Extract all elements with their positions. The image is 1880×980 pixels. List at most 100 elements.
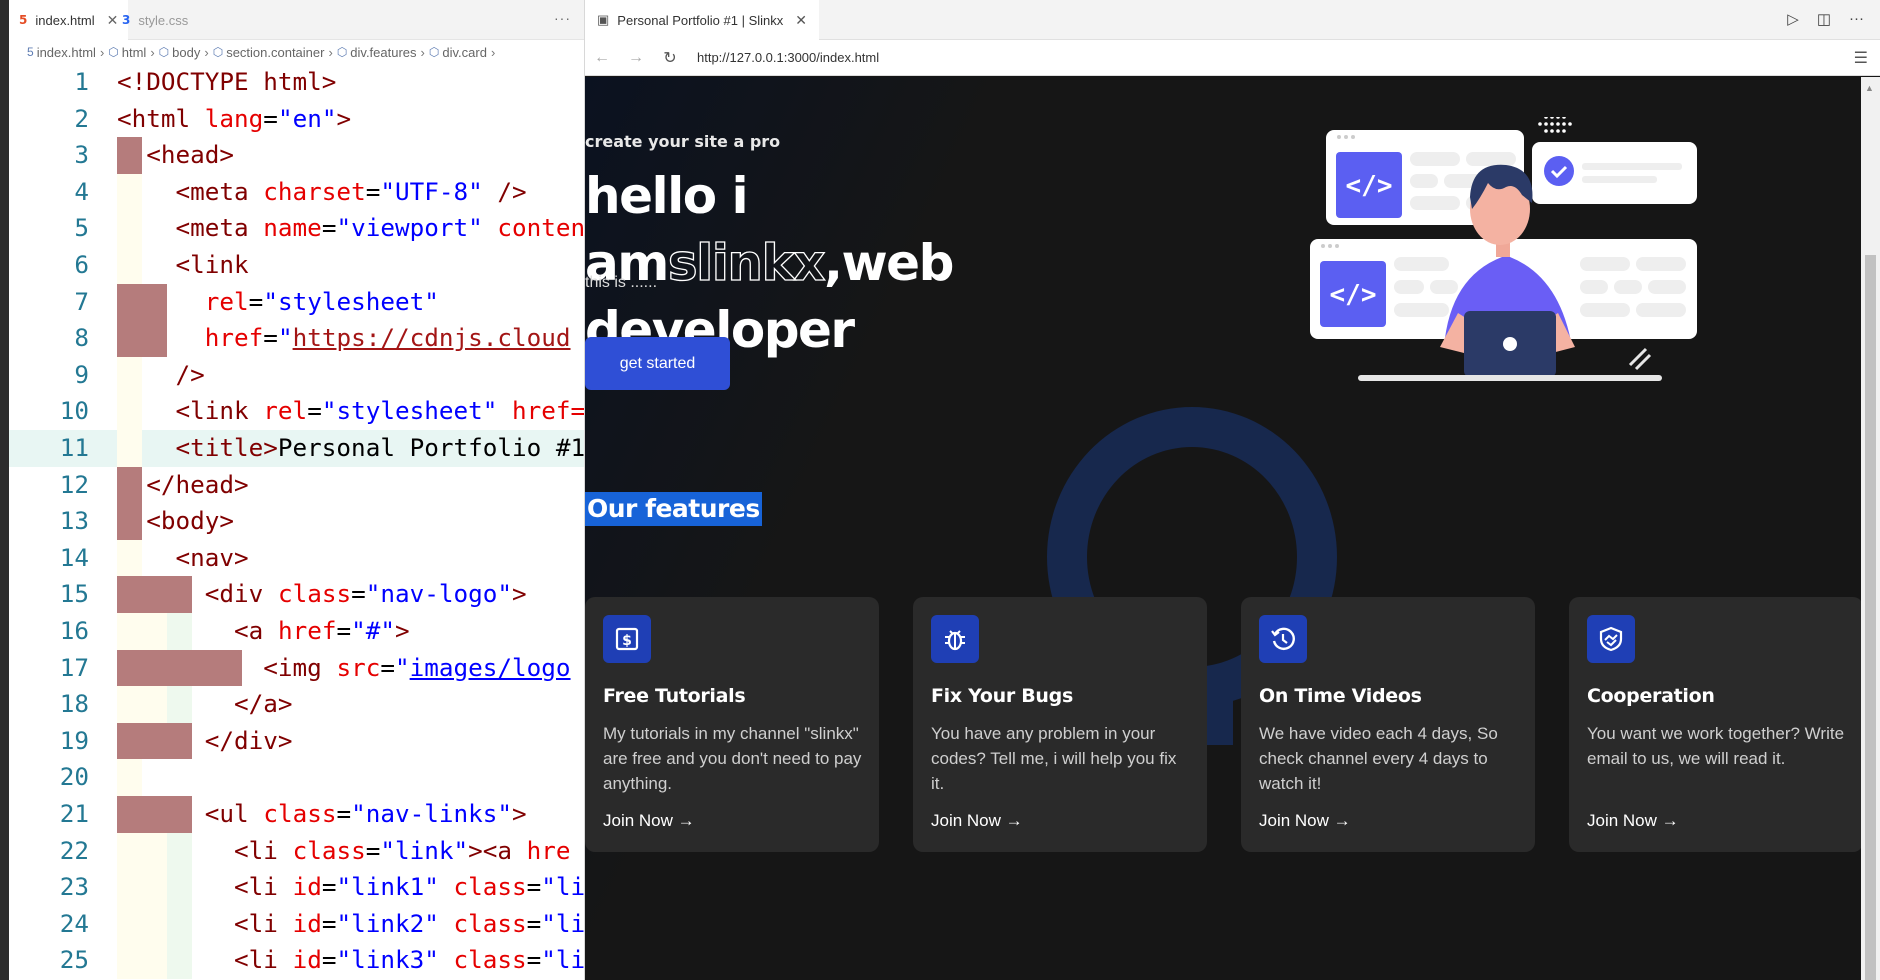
line-number: 4 xyxy=(74,176,89,206)
more-actions-icon[interactable]: ··· xyxy=(554,10,571,26)
menu-icon[interactable]: ☰ xyxy=(1854,48,1868,68)
chevron-right-icon: › xyxy=(490,44,496,60)
line-number: 5 xyxy=(74,213,89,243)
reload-icon[interactable]: ↻ xyxy=(653,48,687,68)
code-line[interactable]: 15 <div class="nav-logo"> xyxy=(9,576,584,613)
history-icon xyxy=(1259,615,1307,663)
code-line[interactable]: 10 <link rel="stylesheet" href= xyxy=(9,393,584,430)
code-line[interactable]: 25 <li id="link3" class="li xyxy=(9,942,584,979)
code-line[interactable]: 16 <a href="#"> xyxy=(9,613,584,650)
html-file-icon: 5 xyxy=(27,45,34,59)
breadcrumb-item[interactable]: ⬡ section.container xyxy=(213,45,325,60)
element-icon: ⬡ xyxy=(108,45,119,59)
breadcrumb-item[interactable]: ⬡ html xyxy=(108,45,146,60)
code-content: </head> xyxy=(146,469,249,499)
breadcrumb-item[interactable]: ⬡ body xyxy=(159,45,201,60)
get-started-button[interactable]: get started xyxy=(585,337,730,390)
code-editor[interactable]: 5 index.html ✕ 3 style.css ··· 5 index.ht… xyxy=(0,0,585,980)
code-line[interactable]: 17 <img src="images/logo xyxy=(9,649,584,687)
code-line[interactable]: 4 <meta charset="UTF-8" /> xyxy=(9,173,584,211)
line-number: 11 xyxy=(59,433,89,462)
line-number: 15 xyxy=(59,579,89,609)
line-number: 9 xyxy=(74,359,89,389)
code-line[interactable]: 11 <title>Personal Portfolio #1 xyxy=(9,430,584,467)
line-number: 24 xyxy=(59,908,89,938)
close-icon[interactable]: ✕ xyxy=(795,12,807,29)
page-viewport: create your site a pro hello i amslinkx,… xyxy=(585,77,1861,980)
hero-name: slinkx xyxy=(667,233,826,292)
code-line[interactable]: 7 rel="stylesheet" xyxy=(9,283,584,321)
line-number: 23 xyxy=(59,872,89,902)
line-number: 19 xyxy=(59,725,89,755)
join-now-link[interactable]: Join Now → xyxy=(603,811,695,831)
line-number: 22 xyxy=(59,835,89,865)
code-line[interactable]: 23 <li id="link1" class="li xyxy=(9,869,584,906)
activity-bar xyxy=(0,0,9,980)
code-content: </div> xyxy=(204,725,293,755)
line-number: 16 xyxy=(59,616,89,645)
code-line[interactable]: 22 <li class="link"><a hre xyxy=(9,832,584,870)
code-line[interactable]: 9 /> xyxy=(9,356,584,394)
element-icon: ⬡ xyxy=(158,45,170,59)
page-scrollbar[interactable]: ▲ xyxy=(1861,77,1880,980)
handshake-icon xyxy=(1587,615,1635,663)
breadcrumb-item[interactable]: ⬡ div.features xyxy=(337,45,417,60)
code-line[interactable]: 24 <li id="link2" class="li xyxy=(9,905,584,943)
code-line[interactable]: 18 </a> xyxy=(9,686,584,723)
split-editor-icon[interactable]: ◫ xyxy=(1817,10,1831,28)
code-content: href="https://cdnjs.cloud xyxy=(204,323,571,353)
scroll-thumb[interactable] xyxy=(1865,255,1876,980)
browser-preview: ▣ Personal Portfolio #1 | Slinkx ✕ ▷ ◫ ·… xyxy=(585,0,1880,980)
code-line[interactable]: 14 <nav> xyxy=(9,539,584,577)
code-line[interactable]: 19 </div> xyxy=(9,722,584,760)
card-title: Free Tutorials xyxy=(603,685,746,707)
line-number: 14 xyxy=(59,542,89,572)
address-bar: ← → ↻ http://127.0.0.1:3000/index.html ☰ xyxy=(585,40,1880,76)
code-line[interactable]: 1 <!DOCTYPE html> xyxy=(9,64,584,101)
breadcrumb-item[interactable]: 5 index.html xyxy=(27,45,96,60)
code-line[interactable]: 20 xyxy=(9,759,584,796)
code-line[interactable]: 21 <ul class="nav-links"> xyxy=(9,796,584,833)
join-now-link[interactable]: Join Now → xyxy=(931,811,1023,831)
more-actions-icon[interactable]: ··· xyxy=(1849,10,1864,28)
line-number: 18 xyxy=(59,689,89,719)
card-text: We have video each 4 days, So check chan… xyxy=(1259,724,1498,793)
code-content: <nav> xyxy=(175,542,249,572)
forward-icon[interactable]: → xyxy=(619,49,653,67)
code-line[interactable]: 13 <body> xyxy=(9,503,584,540)
code-content: /> xyxy=(175,359,205,389)
line-number: 20 xyxy=(59,762,89,792)
scroll-up-icon[interactable]: ▲ xyxy=(1865,83,1874,93)
code-content: rel="stylesheet" xyxy=(204,286,439,316)
features-title: Our features xyxy=(585,492,762,526)
chevron-right-icon: › xyxy=(204,44,209,60)
code-line[interactable]: 6 <link xyxy=(9,247,584,284)
code-line[interactable]: 8 href="https://cdnjs.cloud xyxy=(9,320,584,357)
line-number: 13 xyxy=(59,506,89,536)
svg-text:$: $ xyxy=(622,633,632,649)
browser-tab-bar: ▣ Personal Portfolio #1 | Slinkx ✕ ▷ ◫ ·… xyxy=(585,0,1880,40)
tab-index-html[interactable]: 5 index.html ✕ xyxy=(9,0,129,40)
browser-tab[interactable]: ▣ Personal Portfolio #1 | Slinkx ✕ xyxy=(585,0,819,40)
breadcrumb: 5 index.html › ⬡ html › ⬡ body › ⬡ section.c… xyxy=(9,40,584,64)
tab-style-css[interactable]: 3 style.css xyxy=(112,0,198,40)
code-line[interactable]: 5 <meta name="viewport" conten xyxy=(9,210,584,247)
join-now-link[interactable]: Join Now → xyxy=(1587,811,1679,831)
line-number: 12 xyxy=(59,469,89,499)
feature-card: Cooperation You want we work together? W… xyxy=(1569,597,1861,852)
back-icon[interactable]: ← xyxy=(585,49,619,67)
url-field[interactable]: http://127.0.0.1:3000/index.html xyxy=(697,50,879,65)
code-content: <a href="#"> xyxy=(234,616,410,645)
code-line[interactable]: 12 </head> xyxy=(9,466,584,504)
line-number: 25 xyxy=(59,945,89,975)
code-line[interactable]: 2 <html lang="en"> xyxy=(9,101,584,138)
breadcrumb-item[interactable]: ⬡ div.card xyxy=(429,45,487,60)
code-content: <div class="nav-logo"> xyxy=(204,579,527,609)
code-text-area[interactable]: 1 <!DOCTYPE html> 2 <html lang="en"> 3 <head… xyxy=(9,64,584,980)
run-icon[interactable]: ▷ xyxy=(1787,10,1799,28)
browser-tab-title: Personal Portfolio #1 | Slinkx xyxy=(617,12,784,28)
browser-actions: ▷ ◫ ··· xyxy=(1787,10,1864,28)
code-line[interactable]: 3 <head> xyxy=(9,137,584,174)
line-number: 10 xyxy=(59,396,89,426)
join-now-link[interactable]: Join Now → xyxy=(1259,811,1351,831)
